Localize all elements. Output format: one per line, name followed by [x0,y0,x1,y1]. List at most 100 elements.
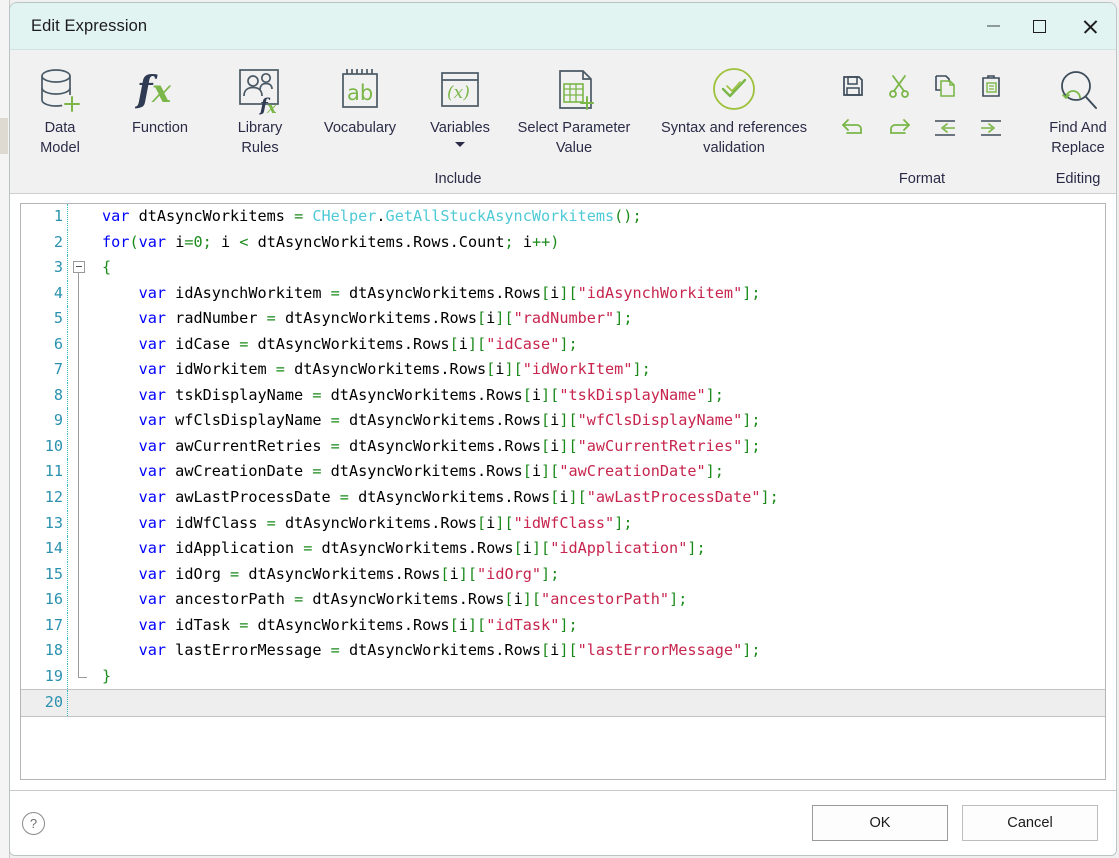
library-rules-icon: f x [235,62,285,118]
maximize-button[interactable] [1016,3,1062,49]
code-line[interactable]: 2 for(var i=0; i < dtAsyncWorkitems.Rows.… [21,229,1105,256]
maximize-icon [1032,19,1046,33]
fold-column[interactable] [68,408,94,434]
code-text: var lastErrorMessage = dtAsyncWorkitems.… [138,641,761,660]
code-line[interactable]: 18 var lastErrorMessage = dtAsyncWorkite… [21,638,1105,664]
code-text: var idOrg = dtAsyncWorkitems.Rows[i]["id… [138,564,560,583]
paste-button[interactable] [972,71,1010,105]
library-rules-button[interactable]: f x Library Rules [210,58,310,158]
code-line[interactable]: 15 var idOrg = dtAsyncWorkitems.Rows[i][… [21,561,1105,588]
ok-button[interactable]: OK [812,805,948,841]
outdent-button[interactable] [926,113,964,147]
save-button[interactable] [834,71,872,105]
close-button[interactable] [1062,3,1116,49]
code-text: var awCurrentRetries = dtAsyncWorkitems.… [138,436,761,455]
code-text: var idTask = dtAsyncWorkitems.Rows[i]["i… [138,615,578,634]
code-line[interactable]: 12 var awLastProcessDate = dtAsyncWorkit… [21,485,1105,511]
save-icon [841,74,865,103]
fold-column[interactable] [68,382,94,409]
undo-button[interactable] [834,113,872,147]
fold-column[interactable] [68,204,94,230]
cut-button[interactable] [880,71,918,105]
syntax-validation-icon [706,62,762,118]
code-line[interactable]: 5 var radNumber = dtAsyncWorkitems.Rows[… [21,306,1105,332]
code-line[interactable]: 17 var idTask = dtAsyncWorkitems.Rows[i]… [21,612,1105,639]
fold-guide-line [78,536,79,562]
fold-guide-line [78,357,79,383]
code-text: for(var i=0; i < dtAsyncWorkitems.Rows.C… [102,232,560,251]
code-line[interactable]: 7 var idWorkitem = dtAsyncWorkitems.Rows… [21,357,1105,383]
line-number: 3 [53,258,63,277]
fold-column[interactable] [68,561,94,588]
fold-guide-line [78,306,79,332]
syntax-validation-button[interactable]: Syntax and references validation [638,58,830,158]
line-number: 15 [44,564,63,583]
fold-column[interactable] [68,459,94,486]
line-number: 20 [44,693,63,712]
code-lines-container[interactable]: 1 var dtAsyncWorkitems = CHelper.GetAllSt… [21,204,1105,779]
code-line[interactable]: 13 var idWfClass = dtAsyncWorkitems.Rows… [21,510,1105,537]
code-line[interactable]: 11 var awCreationDate = dtAsyncWorkitems… [21,459,1105,486]
line-number: 8 [53,385,63,404]
fold-column[interactable] [68,306,94,332]
fold-column[interactable] [68,663,94,690]
fold-column[interactable] [68,587,94,613]
background-window-accent [0,118,8,154]
code-line[interactable]: 14 var idApplication = dtAsyncWorkitems.… [21,536,1105,562]
indent-button[interactable] [972,113,1010,147]
code-line[interactable]: 16 var ancestorPath = dtAsyncWorkitems.R… [21,587,1105,613]
cut-icon [887,74,911,103]
chevron-down-icon[interactable] [455,142,465,147]
edit-expression-dialog: Edit Expression Data Model f x Function … [9,2,1117,856]
fold-column[interactable] [68,536,94,562]
line-number: 14 [44,539,63,558]
code-text: var idWorkitem = dtAsyncWorkitems.Rows[i… [138,360,651,379]
help-icon[interactable]: ? [22,811,45,835]
fold-column[interactable] [68,485,94,511]
code-line[interactable]: 19} [21,663,1105,690]
code-line[interactable]: 3{ [21,255,1105,281]
fold-column[interactable] [68,331,94,358]
line-number: 19 [44,666,63,685]
fold-column[interactable] [68,638,94,664]
find-and-replace-label-line1: Find And [1049,120,1107,136]
redo-button[interactable] [880,113,918,147]
fold-column[interactable] [68,357,94,383]
expression-editor[interactable]: 1 var dtAsyncWorkitems = CHelper.GetAllSt… [20,203,1106,780]
code-line[interactable]: 10 var awCurrentRetries = dtAsyncWorkite… [21,433,1105,460]
ribbon-group-insert: Data Model f x Function f x Library Rule… [10,50,410,193]
minimize-button[interactable] [970,3,1016,49]
fold-column[interactable] [68,255,94,281]
variables-button[interactable]: (x) Variables [410,58,510,147]
select-parameter-value-button[interactable]: Select Parameter Value [510,58,638,158]
fold-guide-line [78,382,79,409]
cancel-button[interactable]: Cancel [962,805,1098,841]
code-text: var tskDisplayName = dtAsyncWorkitems.Ro… [138,385,724,404]
vocabulary-label-line1: Vocabulary [323,120,397,136]
fold-guide-line [78,612,79,639]
fold-collapse-icon[interactable] [73,261,85,274]
code-line[interactable]: 20 [21,689,1105,717]
copy-button[interactable] [926,71,964,105]
fold-column[interactable] [68,433,94,460]
fold-column[interactable] [68,280,94,307]
function-button[interactable]: f x Function [110,58,210,139]
find-and-replace-icon [1052,62,1104,118]
fold-column[interactable] [68,230,94,256]
code-text: var idCase = dtAsyncWorkitems.Rows[i]["i… [138,334,578,353]
vocabulary-button[interactable]: ab Vocabulary [310,58,410,139]
data-model-button[interactable]: Data Model [10,58,110,158]
code-line[interactable]: 8 var tskDisplayName = dtAsyncWorkitems.… [21,382,1105,409]
find-and-replace-button[interactable]: Find And Replace [1014,58,1116,158]
code-line[interactable]: 9 var wfClsDisplayName = dtAsyncWorkitem… [21,408,1105,434]
fold-guide-line [78,433,79,460]
fold-guide-line [78,587,79,613]
code-line[interactable]: 4 var idAsynchWorkitem = dtAsyncWorkitem… [21,280,1105,307]
code-line[interactable]: 6 var idCase = dtAsyncWorkitems.Rows[i][… [21,331,1105,358]
variables-icon: (x) [435,62,485,118]
ribbon-toolbar: Data Model f x Function f x Library Rule… [10,50,1116,194]
fold-column[interactable] [68,510,94,537]
fold-column[interactable] [68,690,94,716]
fold-column[interactable] [68,612,94,639]
code-line[interactable]: 1 var dtAsyncWorkitems = CHelper.GetAllSt… [21,204,1105,230]
